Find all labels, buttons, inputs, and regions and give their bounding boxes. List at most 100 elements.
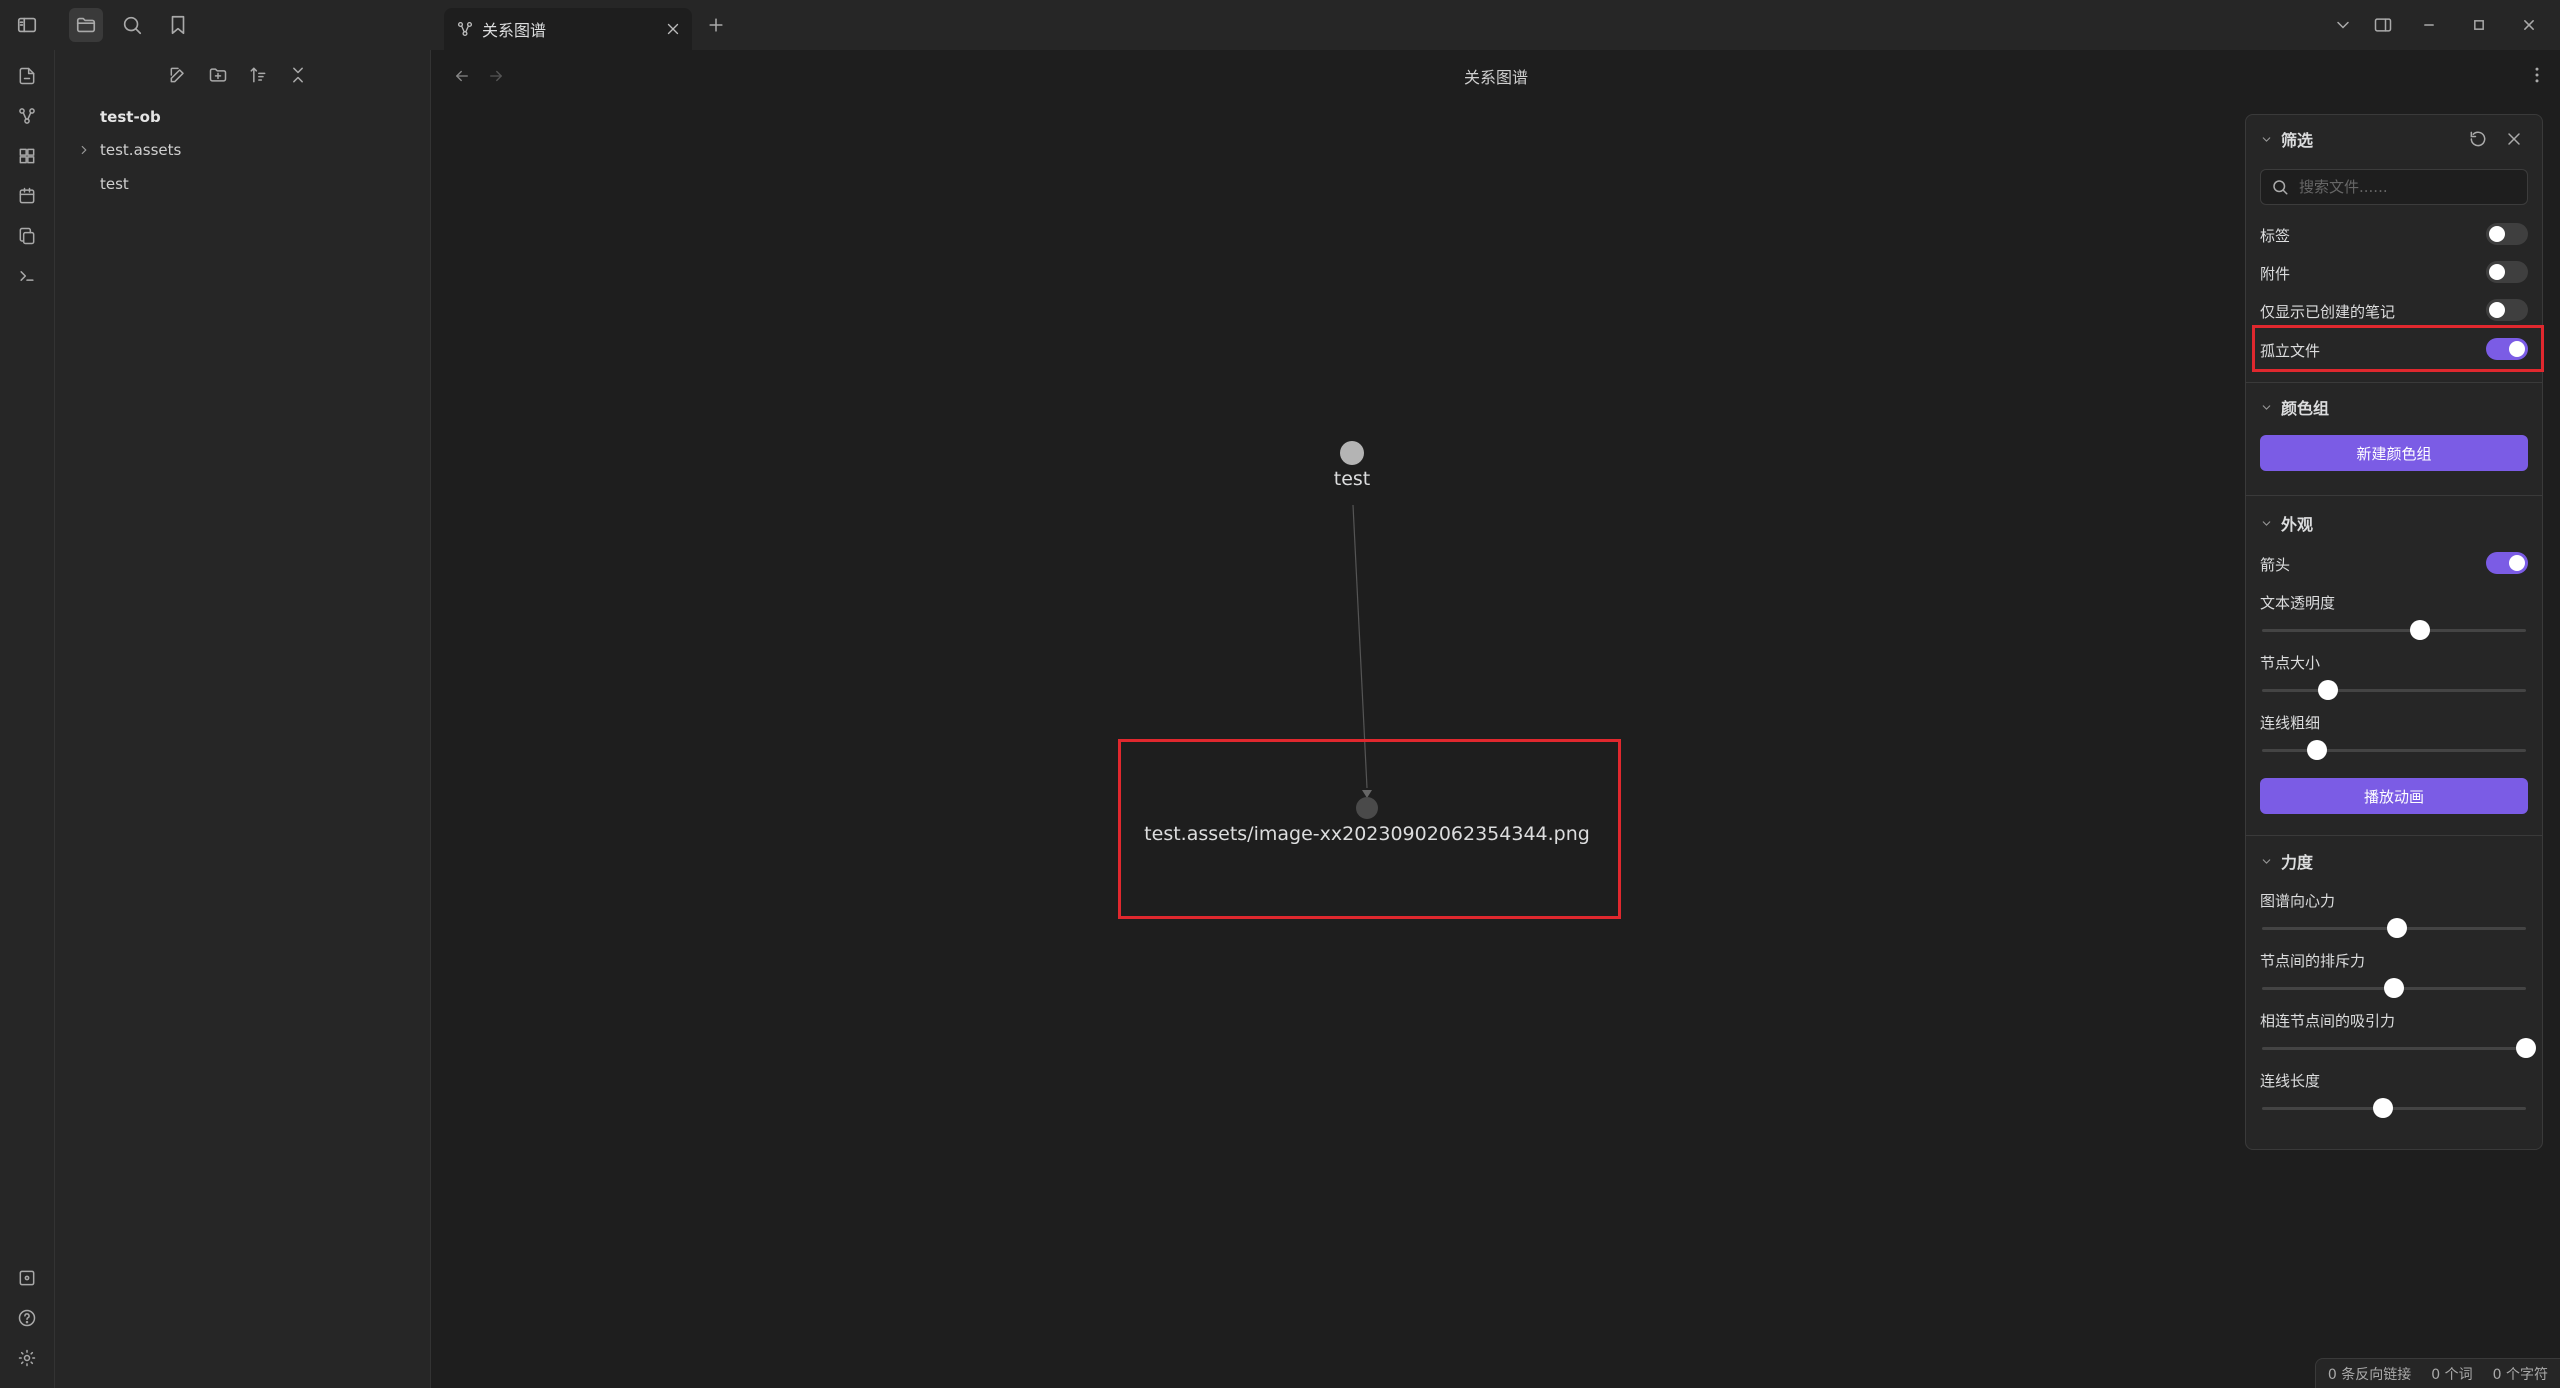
new-note-button[interactable] — [165, 62, 191, 88]
search-icon — [2273, 180, 2288, 195]
chevron-down-icon — [2262, 520, 2271, 526]
tree-file-test[interactable]: test — [100, 175, 129, 193]
node-size-slider[interactable] — [2262, 680, 2526, 700]
filter-section-header[interactable]: 筛选 — [2260, 127, 2313, 151]
new-folder-button[interactable] — [205, 62, 231, 88]
more-options-button[interactable] — [2524, 62, 2550, 88]
node-highlight-box — [1118, 739, 1621, 919]
graph-icon — [457, 21, 473, 37]
folder-icon[interactable] — [69, 8, 103, 42]
terminal-icon[interactable] — [13, 262, 41, 290]
link-distance-slider[interactable] — [2262, 1098, 2526, 1118]
divider — [2246, 382, 2542, 383]
tab-label: 关系图谱 — [482, 21, 547, 40]
chevron-down-icon — [2262, 858, 2271, 864]
graph-canvas[interactable] — [432, 50, 2560, 1388]
forces-section-title: 力度 — [2281, 853, 2314, 872]
groups-section-header[interactable]: 颜色组 — [2260, 395, 2329, 419]
minimize-icon — [2424, 24, 2434, 26]
existing-only-toggle[interactable] — [2486, 299, 2528, 321]
orphans-highlight-box — [2252, 325, 2544, 372]
new-tab-button[interactable] — [703, 12, 729, 38]
arrows-label: 箭头 — [2260, 556, 2291, 574]
animate-button[interactable]: 播放动画 — [2260, 778, 2528, 814]
close-panel-button[interactable] — [2502, 127, 2526, 151]
close-window-button[interactable] — [2516, 12, 2542, 38]
help-icon[interactable] — [13, 1304, 41, 1332]
file-explorer: test-ob test.assets test — [55, 50, 431, 1388]
edit-icon — [170, 67, 184, 83]
sidebar-right-icon — [2374, 18, 2392, 32]
collapse-all-button[interactable] — [285, 62, 311, 88]
link-distance-label: 连线长度 — [2260, 1072, 2321, 1090]
restore-defaults-button[interactable] — [2466, 127, 2490, 151]
quick-switcher-icon[interactable] — [13, 62, 41, 90]
graph-node-test — [1340, 441, 1364, 465]
tree-folder-test-assets[interactable]: test.assets — [100, 141, 181, 159]
maximize-icon — [2474, 20, 2484, 30]
arrows-toggle[interactable] — [2486, 552, 2528, 574]
right-sidebar-toggle[interactable] — [2370, 12, 2396, 38]
canvas-icon[interactable] — [13, 142, 41, 170]
tags-label: 标签 — [2260, 227, 2291, 245]
node-label-test: test — [1333, 468, 1371, 490]
more-vertical-icon — [2535, 67, 2539, 83]
close-icon[interactable] — [664, 20, 682, 38]
center-force-label: 图谱向心力 — [2260, 892, 2336, 910]
close-icon — [2524, 20, 2534, 30]
filter-section-title: 筛选 — [2281, 131, 2314, 150]
graph-view-icon[interactable] — [13, 102, 41, 130]
search-icon[interactable] — [115, 8, 149, 42]
new-group-button[interactable]: 新建颜色组 — [2260, 435, 2528, 471]
word-count: 0 个词 — [2431, 1366, 2473, 1383]
maximize-button[interactable] — [2466, 12, 2492, 38]
vault-name[interactable]: test-ob — [100, 108, 161, 126]
node-size-label: 节点大小 — [2260, 654, 2321, 672]
text-fade-slider[interactable] — [2262, 620, 2526, 640]
plus-icon — [709, 18, 723, 32]
folder-plus-icon — [209, 68, 227, 82]
link-thickness-slider[interactable] — [2262, 740, 2526, 760]
bookmark-icon[interactable] — [161, 8, 195, 42]
chevron-right-icon[interactable] — [77, 142, 91, 156]
attachments-toggle[interactable] — [2486, 261, 2528, 283]
tags-toggle[interactable] — [2486, 223, 2528, 245]
chevron-down-icon — [2262, 404, 2271, 410]
backlinks-count[interactable]: 0 条反向链接 — [2328, 1364, 2411, 1384]
gear-icon[interactable] — [13, 1344, 41, 1372]
collapse-icon — [293, 67, 303, 83]
copy-icon[interactable] — [13, 222, 41, 250]
repel-force-slider[interactable] — [2262, 978, 2526, 998]
link-thickness-label: 连线粗细 — [2260, 714, 2321, 732]
link-force-slider[interactable] — [2262, 1038, 2536, 1058]
graph-view: 关系图谱 test test.assets/image-xx2023090206… — [432, 50, 2560, 1388]
vault-icon[interactable] — [13, 1264, 41, 1292]
repel-force-label: 节点间的排斥力 — [2260, 952, 2366, 970]
divider — [2246, 495, 2542, 496]
sidebar-toggle-icon[interactable] — [10, 8, 44, 42]
text-fade-label: 文本透明度 — [2260, 594, 2336, 612]
reset-icon — [2470, 131, 2486, 147]
center-force-slider[interactable] — [2262, 918, 2526, 938]
groups-section-title: 颜色组 — [2281, 399, 2330, 418]
char-count: 0 个字符 — [2492, 1366, 2548, 1383]
calendar-icon[interactable] — [13, 182, 41, 210]
graph-settings-panel: 筛选 标签 附件 仅显示已创建的笔记 孤立文件 颜色组 新建颜色组 外观 箭头 … — [2245, 114, 2543, 1150]
minimize-button[interactable] — [2416, 12, 2442, 38]
view-title: 关系图谱 — [1463, 68, 1528, 87]
sort-button[interactable] — [245, 62, 271, 88]
explorer-toolbar — [165, 62, 311, 88]
file-search-box[interactable] — [2260, 169, 2528, 205]
existing-only-label: 仅显示已创建的笔记 — [2260, 303, 2396, 321]
chevron-down-icon — [2337, 21, 2349, 29]
tab-list-button[interactable] — [2330, 12, 2356, 38]
sort-icon — [250, 67, 266, 83]
attachments-label: 附件 — [2260, 265, 2291, 283]
display-section-header[interactable]: 外观 — [2260, 511, 2313, 535]
status-bar: 0 条反向链接 0 个词 0 个字符 — [2314, 1358, 2560, 1388]
title-bar: 关系图谱 — [0, 0, 2560, 50]
forces-section-header[interactable]: 力度 — [2260, 849, 2313, 873]
file-search-input[interactable] — [2299, 178, 2519, 196]
tab-graph[interactable]: 关系图谱 — [444, 8, 692, 50]
divider — [2246, 835, 2542, 836]
